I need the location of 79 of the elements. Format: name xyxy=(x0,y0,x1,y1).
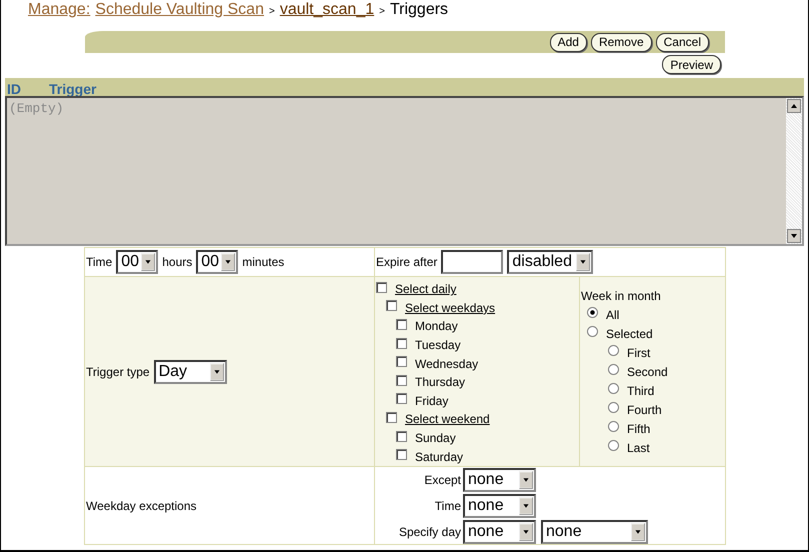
column-header: ID xyxy=(7,80,22,96)
radio-label: First xyxy=(627,346,650,360)
minutes-dropdown[interactable]: 00 xyxy=(196,250,238,274)
field-label: minutes xyxy=(242,255,284,269)
field-label: Specify day xyxy=(398,524,461,538)
checkbox-label: Wednesday xyxy=(415,356,478,371)
preview-button[interactable]: Preview xyxy=(662,55,721,74)
radio-label: All xyxy=(606,308,620,322)
expire-input[interactable] xyxy=(441,250,504,274)
field-label: Weekday exceptions xyxy=(86,498,197,512)
radio-button[interactable] xyxy=(587,307,598,318)
select-link[interactable]: Select weekdays xyxy=(405,300,496,315)
radio-label: Last xyxy=(627,440,650,454)
expire-unit-dropdown[interactable]: disabled xyxy=(507,250,594,274)
caret-icon xyxy=(210,362,224,380)
radio-label: Second xyxy=(627,364,668,378)
scroll-down-icon[interactable] xyxy=(787,229,801,243)
checkbox[interactable] xyxy=(396,356,407,368)
dropdown[interactable]: none xyxy=(463,494,536,518)
breadcrumb-link[interactable]: Schedule Vaulting Scan xyxy=(95,1,264,19)
field-label: Time xyxy=(434,498,461,512)
caret-icon xyxy=(519,496,533,514)
radio-label: Selected xyxy=(606,326,653,340)
dropdown[interactable]: none xyxy=(541,520,648,544)
radio-button[interactable] xyxy=(608,383,619,394)
column-header: Trigger xyxy=(49,80,96,96)
radio-label: Fifth xyxy=(627,422,650,436)
toolbar-button[interactable]: Remove xyxy=(590,32,652,52)
radio-label: Fourth xyxy=(627,402,662,416)
checkbox-label: Saturday xyxy=(415,450,464,464)
checkbox-label: Tuesday xyxy=(415,338,461,352)
checkbox[interactable] xyxy=(396,338,407,349)
radio-button[interactable] xyxy=(608,402,619,413)
checkbox[interactable] xyxy=(396,318,407,330)
field-label: Trigger type xyxy=(86,364,150,378)
checkbox[interactable] xyxy=(386,300,397,312)
checkbox[interactable] xyxy=(396,374,407,386)
checkbox-label: Thursday xyxy=(415,375,466,390)
caret-icon xyxy=(519,522,533,540)
scroll-up-icon[interactable] xyxy=(787,99,801,113)
breadcrumb-separator: > xyxy=(379,6,385,17)
empty-text: (Empty) xyxy=(9,101,64,116)
caret-icon xyxy=(631,522,645,540)
radio-button[interactable] xyxy=(608,364,619,375)
caret-icon xyxy=(519,470,533,488)
dropdown[interactable]: none xyxy=(463,468,536,492)
field-label: hours xyxy=(162,255,192,269)
select-link[interactable]: Select weekend xyxy=(405,412,490,426)
breadcrumb-link[interactable]: vault_scan_1 xyxy=(280,1,374,19)
radio-label: Third xyxy=(627,384,654,398)
radio-button[interactable] xyxy=(608,345,619,356)
section-label: Week in month xyxy=(581,289,661,303)
breadcrumb-separator: > xyxy=(268,6,275,17)
checkbox[interactable] xyxy=(386,412,397,423)
select-link[interactable]: Select daily xyxy=(395,282,456,296)
breadcrumb-current: Triggers xyxy=(390,1,448,19)
checkbox-label: Monday xyxy=(415,319,458,334)
caret-icon xyxy=(141,253,156,271)
radio-button[interactable] xyxy=(608,440,619,451)
checkbox-label: Sunday xyxy=(415,431,456,446)
field-label: Expire after xyxy=(376,255,438,269)
checkbox[interactable] xyxy=(396,430,407,442)
caret-icon xyxy=(221,253,236,271)
radio-button[interactable] xyxy=(608,421,619,432)
trigger-type-dropdown[interactable]: Day xyxy=(154,360,227,384)
checkbox[interactable] xyxy=(376,282,387,293)
toolbar-button[interactable]: Add xyxy=(550,32,587,52)
scrollbar[interactable] xyxy=(786,98,802,244)
hours-dropdown[interactable]: 00 xyxy=(116,250,158,274)
field-label: Except xyxy=(423,472,461,486)
checkbox[interactable] xyxy=(396,393,407,404)
breadcrumb-link[interactable]: Manage: xyxy=(28,1,90,19)
field-label: Time xyxy=(86,255,112,269)
radio-button[interactable] xyxy=(587,326,598,337)
toolbar-button[interactable]: Cancel xyxy=(656,32,709,52)
caret-icon xyxy=(576,253,590,271)
checkbox-label: Friday xyxy=(415,394,448,408)
checkbox[interactable] xyxy=(396,449,407,460)
dropdown[interactable]: none xyxy=(463,520,536,544)
